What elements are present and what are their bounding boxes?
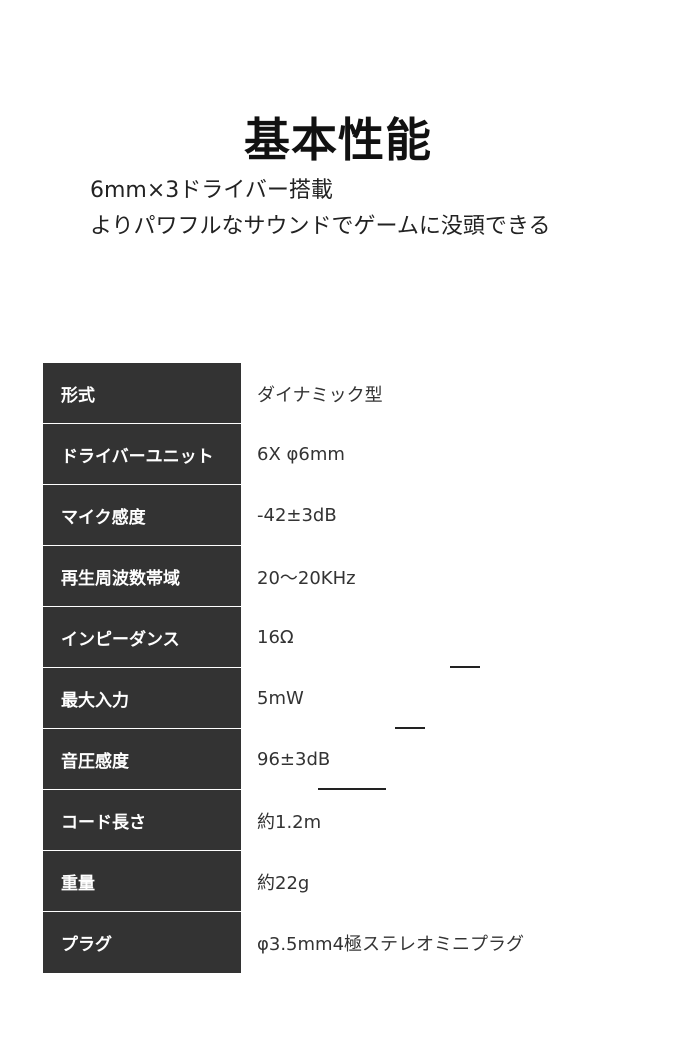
spec-value: 約1.2m bbox=[257, 811, 322, 833]
spec-label: 音圧感度 bbox=[43, 729, 241, 790]
spec-table: 形式 ダイナミック型 ドライバーユニット 6X φ6mm マイク感度 -42±3dB … bbox=[43, 363, 643, 973]
spec-row: コード長さ 約1.2m bbox=[43, 790, 643, 851]
subtitle-line-2: よりパワフルなサウンドでゲームに没頭できる bbox=[90, 214, 551, 239]
spec-row: プラグ φ3.5mm4極ステレオミニプラグ bbox=[43, 912, 643, 973]
spec-label: 重量 bbox=[43, 851, 241, 912]
spec-value: -42±3dB bbox=[257, 505, 337, 526]
spec-value: 20～20KHz bbox=[257, 567, 356, 589]
spec-row: 最大入力 5mW bbox=[43, 668, 643, 729]
spec-label: 最大入力 bbox=[43, 668, 241, 729]
spec-label: 再生周波数帯域 bbox=[43, 546, 241, 607]
divider-line bbox=[450, 666, 480, 668]
spec-value: 96±3dB bbox=[257, 749, 331, 770]
page-title: 基本性能 bbox=[244, 113, 432, 167]
spec-row: 音圧感度 96±3dB bbox=[43, 729, 643, 790]
divider-line bbox=[318, 788, 386, 790]
spec-label: プラグ bbox=[43, 912, 241, 973]
spec-value: 16Ω bbox=[257, 627, 294, 648]
spec-label: ドライバーユニット bbox=[43, 424, 241, 485]
spec-label: 形式 bbox=[43, 363, 241, 424]
spec-value: ダイナミック型 bbox=[257, 384, 383, 406]
spec-row: 形式 ダイナミック型 bbox=[43, 363, 643, 424]
spec-value: φ3.5mm4極ステレオミニプラグ bbox=[257, 933, 525, 955]
spec-value: 6X φ6mm bbox=[257, 444, 345, 465]
spec-row: 再生周波数帯域 20～20KHz bbox=[43, 546, 643, 607]
spec-label: インピーダンス bbox=[43, 607, 241, 668]
spec-label: マイク感度 bbox=[43, 485, 241, 546]
spec-row: ドライバーユニット 6X φ6mm bbox=[43, 424, 643, 485]
spec-value: 約22g bbox=[257, 872, 310, 894]
spec-row: マイク感度 -42±3dB bbox=[43, 485, 643, 546]
spec-row: インピーダンス 16Ω bbox=[43, 607, 643, 668]
spec-label: コード長さ bbox=[43, 790, 241, 851]
spec-row: 重量 約22g bbox=[43, 851, 643, 912]
spec-value: 5mW bbox=[257, 688, 304, 709]
divider-line bbox=[395, 727, 425, 729]
subtitle-line-1: 6mm×3ドライバー搭載 bbox=[90, 178, 333, 203]
